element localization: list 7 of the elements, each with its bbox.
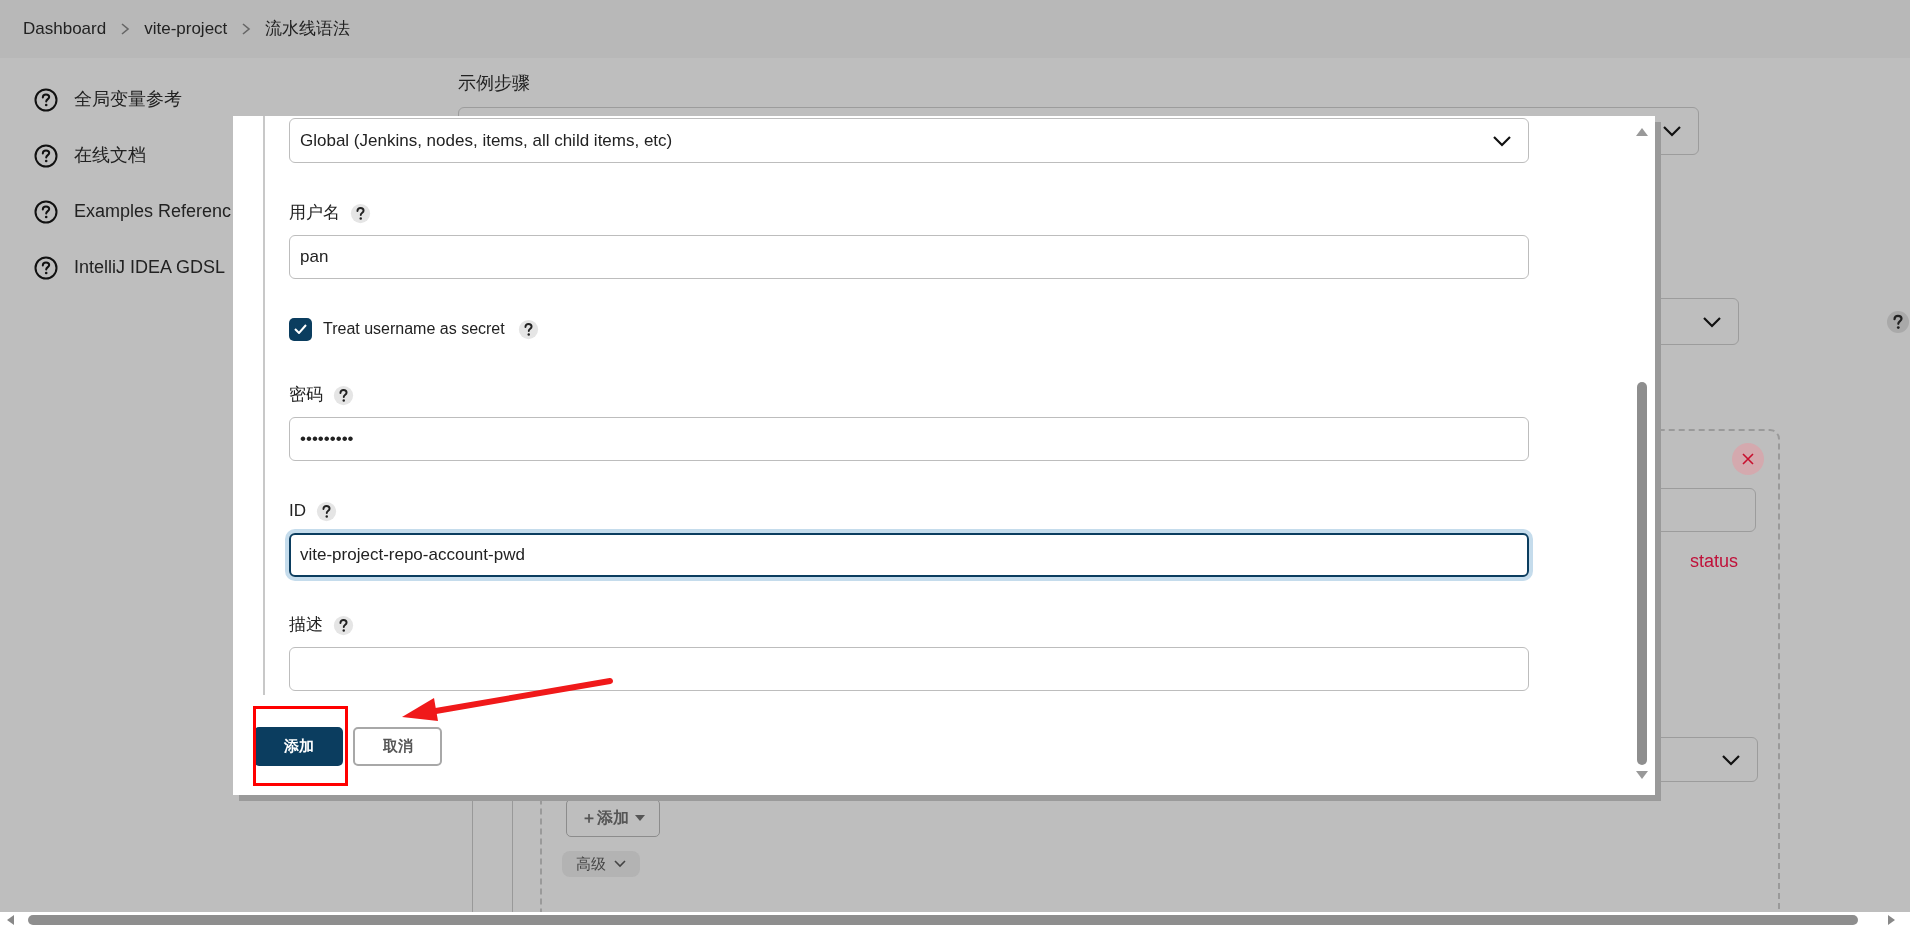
field-label: ID (289, 500, 306, 523)
field-label: 描述 (289, 614, 323, 637)
field-label: 用户名 (289, 202, 340, 225)
field-label: 密码 (289, 384, 323, 407)
error-message: status (1689, 550, 1738, 573)
checkbox-label: Treat username as secret (323, 319, 505, 339)
section-label: 示例步骤 (458, 73, 530, 93)
